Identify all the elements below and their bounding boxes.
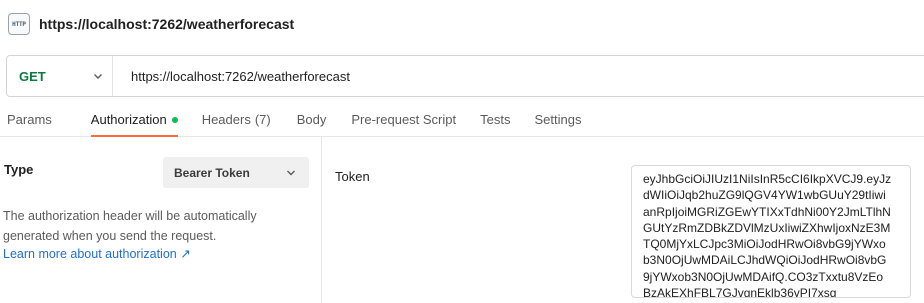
auth-type-value: Bearer Token xyxy=(174,165,250,180)
chevron-down-icon xyxy=(94,74,102,79)
auth-type-label: Type xyxy=(4,162,34,177)
method-select[interactable]: GET xyxy=(7,56,113,96)
tab-label: Tests xyxy=(480,112,511,127)
tab-label: Settings xyxy=(534,112,582,127)
tab-headers[interactable]: Headers (7) xyxy=(202,104,271,137)
active-indicator-dot xyxy=(171,117,178,123)
tab-label: Body xyxy=(296,112,327,127)
tab-tests[interactable]: Tests xyxy=(480,104,510,137)
method-label: GET xyxy=(19,68,46,84)
auth-type-select[interactable]: Bearer Token xyxy=(163,157,309,188)
tab-label: Authorization xyxy=(90,112,167,127)
auth-type-panel: Type Bearer Token The authorization head… xyxy=(0,137,322,303)
token-line: BzAkEXhFBL7GJvgnEklb36yPI7xsg xyxy=(643,286,837,298)
request-title-bar: HTTP https://localhost:7262/weatherforec… xyxy=(0,0,924,48)
tab-authorization[interactable]: Authorization xyxy=(90,104,178,137)
request-bar: GET xyxy=(6,55,924,97)
token-label: Token xyxy=(335,169,370,184)
request-tabs: Params Authorization Headers (7) Body Pre… xyxy=(0,104,924,137)
token-line: 9jYWxob3N0OjUwMDAifQ.CO3zTxxtu8VzEo xyxy=(643,269,884,284)
token-line: dWIiOiJqb2huZG9lQGV4YW1wbGUuY29tIiwi xyxy=(643,188,886,203)
token-line: TQ0MjYxLCJpc3MiOiJodHRwOi8vbG9jYWxo xyxy=(643,237,886,252)
auth-description: The authorization header will be automat… xyxy=(3,209,257,243)
token-line: anRpIjoiMGRiZGEwYTIXxTdhNi00Y2JmLTlhN xyxy=(643,204,891,219)
tab-count: (7) xyxy=(254,112,271,127)
tab-label: Pre-request Script xyxy=(351,112,457,127)
learn-more-link[interactable]: Learn more about authorization ↗ xyxy=(3,246,191,261)
chevron-down-icon xyxy=(287,170,295,176)
url-input[interactable] xyxy=(113,68,924,84)
tab-body[interactable]: Body xyxy=(297,104,327,137)
token-value: eyJhbGciOiJIUzI1NiIsInR5cCI6IkpXVCJ9.eyJ… xyxy=(643,171,904,298)
tab-label: Params xyxy=(7,112,52,127)
tab-settings[interactable]: Settings xyxy=(534,104,581,137)
request-title[interactable]: https://localhost:7262/weatherforecast xyxy=(39,16,294,32)
token-line: GUtYzRmZDBkZDVlMzUxIiwiZXhwIjoxNzE3M xyxy=(643,220,891,235)
tab-params[interactable]: Params xyxy=(7,104,52,137)
token-line: eyJhbGciOiJIUzI1NiIsInR5cCI6IkpXVCJ9.eyJ… xyxy=(643,172,892,186)
tab-label: Headers xyxy=(201,112,251,127)
token-line: b3N0OjUwMDAiLCJhdWQiOiJodHRwOi8vbG xyxy=(643,253,887,268)
http-request-icon: HTTP xyxy=(8,13,30,35)
token-input[interactable]: eyJhbGciOiJIUzI1NiIsInR5cCI6IkpXVCJ9.eyJ… xyxy=(631,165,911,298)
tab-pre-request-script[interactable]: Pre-request Script xyxy=(351,104,456,137)
